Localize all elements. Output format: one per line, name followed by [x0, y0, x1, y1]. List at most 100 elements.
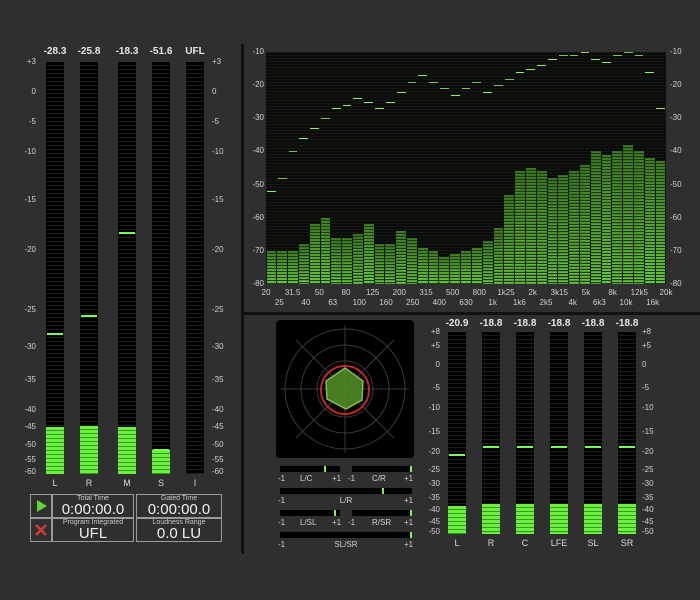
spectrum-grid [266, 160, 666, 161]
spectrum-x-label-top: 125 [365, 288, 380, 297]
scale-label-left: -25 [24, 305, 36, 314]
spectrum-grid [266, 133, 666, 134]
play-button[interactable] [30, 494, 52, 518]
surround-scale-label-left: -50 [428, 527, 440, 536]
meter-fill-ticks [80, 426, 98, 474]
surround-scale-label-right: +8 [642, 327, 652, 336]
surround-channel-label-l: L [454, 538, 460, 548]
surround-scale-label-right: -40 [642, 505, 654, 514]
spectrum-x-label-top: 315 [419, 288, 433, 297]
spectrum-grid [266, 277, 666, 278]
total-time-box: Total Time 0:00:00.0 [52, 494, 134, 518]
correlation-bar-r-sr [352, 510, 412, 516]
surround-peak-c [517, 446, 533, 449]
surround-track-l [448, 332, 466, 534]
spectrum-grid [266, 259, 666, 260]
spectrum-grid [266, 187, 666, 188]
program-integrated-box: Program Integrated UFL [52, 518, 134, 542]
surround-value-lfe: -18.8 [547, 318, 571, 329]
spectrum-grid [266, 196, 666, 197]
scale-label-left: -45 [24, 422, 36, 431]
spectrum-x-label-bottom: 1k6 [512, 298, 526, 307]
spectrum-grid [266, 124, 666, 125]
correlation-label: SL/SR [334, 540, 358, 549]
surround-scale-label-left: +8 [430, 327, 440, 336]
correlation-right-min: -1 [348, 518, 356, 527]
meter-track-l [46, 62, 64, 474]
spectrum-x-label-bottom: 10k [619, 298, 633, 307]
spectrum-x-label-top: 8k [608, 288, 617, 297]
meter-track-m [118, 62, 136, 474]
spectrum-grid [266, 241, 666, 242]
correlation-max: +1 [404, 540, 414, 549]
spectrum-y-label-right: -70 [670, 245, 682, 255]
spectrum-grid [266, 91, 666, 92]
surround-fill-sr [618, 504, 636, 534]
correlation-label-2: R/SR [372, 518, 392, 527]
spectrum-x-label-bottom: 250 [405, 298, 420, 307]
play-icon [37, 500, 47, 512]
correlation-marker [410, 532, 412, 538]
spectrum-x-label-bottom: 400 [432, 298, 446, 307]
spectrum-grid [266, 265, 666, 266]
meter-peak-r [81, 314, 97, 317]
correlation-meters: -1 L/C +1 -1 C/R +1 -1 L/R +1 -1 L/SL +1 -1 R/SR +1 -1 S… [276, 462, 416, 549]
surround-scale-label-right: -50 [642, 527, 654, 536]
surround-scale-label-left: -25 [428, 465, 440, 474]
spectrum-grid [266, 148, 666, 149]
spectrum-y-label-left: -30 [252, 113, 264, 123]
surround-scale-label-right: -15 [642, 427, 654, 436]
spectrum-grid [266, 109, 666, 110]
spectrum-grid [266, 169, 666, 170]
spectrum-peak [602, 61, 611, 63]
spectrum-grid [266, 172, 666, 173]
gated-time-value: 0:00:00.0 [147, 501, 211, 518]
scale-label-right: -55 [212, 455, 224, 464]
correlation-max: +1 [404, 496, 414, 505]
scale-label-right: -60 [212, 467, 224, 476]
scale-label-left: 0 [31, 87, 36, 96]
spectrum-x-label-bottom: 1k [488, 298, 497, 307]
correlation-marker [410, 510, 412, 516]
correlation-marker [324, 466, 326, 472]
scale-label-left: -5 [28, 117, 36, 126]
spectrum-grid [266, 73, 666, 74]
meter-fill-s [152, 449, 170, 474]
spectrum-grid [266, 121, 666, 122]
correlation-right-max: +1 [404, 518, 414, 527]
correlation-left-max: +1 [332, 474, 342, 483]
spectrum-grid [266, 235, 666, 236]
surround-channel-label-lfe: LFE [550, 538, 568, 548]
spectrum-grid [266, 85, 666, 86]
spectrum-y-label-left: -40 [252, 146, 264, 156]
meter-fill-ticks [152, 449, 170, 474]
total-time-value: 0:00:00.0 [61, 501, 125, 518]
spectrum-grid [266, 136, 666, 137]
surround-track-lfe [550, 332, 568, 534]
meter-value-s: -51.6 [149, 46, 173, 57]
spectrum-grid [266, 100, 666, 101]
surround-scale-label-left: -45 [428, 517, 440, 526]
correlation-bar-l-c [280, 466, 340, 472]
meter-ticks [118, 62, 136, 474]
spectrum-x-label-bottom: 25 [274, 298, 284, 307]
spectrum-grid [266, 139, 666, 140]
surround-scale-label-left: -15 [428, 427, 440, 436]
surround-scale-label-right: -25 [642, 465, 654, 474]
scale-label-right: -50 [212, 440, 224, 449]
reset-button[interactable] [30, 518, 52, 542]
surround-peak-sl [585, 446, 601, 449]
surround-scale-label-left: -5 [432, 383, 440, 392]
meter-channel-label-m: M [123, 478, 131, 488]
horizontal-divider [241, 312, 700, 315]
spectrum-analyzer: -10 -20 -30 -40 -50 -60 -70 -80 -10 -20 -30 -40 -50… [244, 44, 700, 312]
scale-label-right: -30 [212, 342, 224, 351]
surround-value-sr: -18.8 [615, 318, 639, 329]
scale-label-left: -60 [24, 467, 36, 476]
scale-label-right: -5 [212, 117, 220, 126]
spectrum-grid [266, 232, 666, 233]
scale-label-left: -10 [24, 147, 36, 156]
spectrum-grid [266, 175, 666, 176]
vectorscope [276, 320, 414, 458]
scale-label-left: +3 [26, 57, 36, 66]
